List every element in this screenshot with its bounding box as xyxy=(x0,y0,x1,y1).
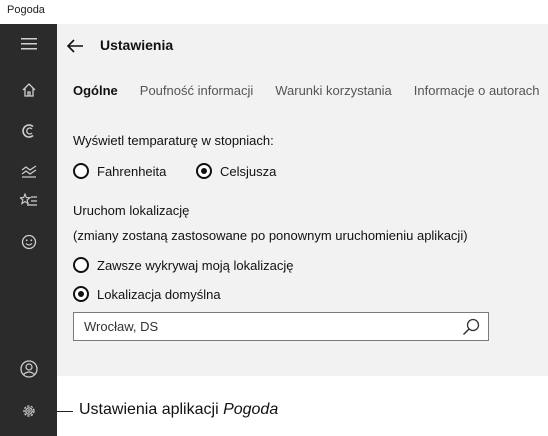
tab-bar: Ogólne Poufność informacji Warunki korzyst… xyxy=(73,83,548,98)
historical-weather-icon xyxy=(21,165,36,178)
home-icon xyxy=(22,83,35,97)
radio-fahrenheit-label: Fahrenheita xyxy=(97,163,167,179)
sidebar xyxy=(0,24,57,436)
account-icon xyxy=(19,360,38,378)
radio-always-detect-label: Zawsze wykrywaj moją lokalizację xyxy=(97,257,294,273)
header: Ustawienia xyxy=(57,24,548,68)
radio-celsius-label: Celsjusza xyxy=(220,163,277,179)
radio-always-detect[interactable]: Zawsze wykrywaj moją lokalizację xyxy=(73,257,294,273)
caption-italic: Pogoda xyxy=(223,401,279,418)
settings-panel: Ustawienia Ogólne Poufność informacji Waru… xyxy=(57,24,548,376)
temperature-label: Wyświetl temparaturę w stopniach: xyxy=(73,133,274,148)
sidebar-item-favorites[interactable] xyxy=(0,184,57,218)
title-bar: Pogoda xyxy=(0,0,548,24)
tab-about[interactable]: Informacje o autorach xyxy=(414,83,540,98)
page-title: Ustawienia xyxy=(100,37,174,53)
radio-fahrenheit[interactable]: Fahrenheita xyxy=(73,163,166,179)
radio-celsius[interactable]: Celsjusza xyxy=(196,163,276,179)
hamburger-menu-button[interactable] xyxy=(0,24,57,64)
back-arrow-icon xyxy=(66,39,83,53)
sidebar-item-forecast[interactable] xyxy=(0,111,57,151)
location-search-input[interactable] xyxy=(74,313,454,340)
radio-button-unchecked xyxy=(73,257,89,273)
tab-general[interactable]: Ogólne xyxy=(73,83,118,98)
account-button[interactable] xyxy=(0,349,57,389)
tab-privacy[interactable]: Poufność informacji xyxy=(140,83,253,98)
favorites-icon xyxy=(19,193,37,206)
sidebar-item-home[interactable] xyxy=(0,70,57,110)
back-button[interactable] xyxy=(63,34,87,58)
radio-button-unchecked xyxy=(73,163,89,179)
settings-button[interactable] xyxy=(0,391,57,431)
feedback-smiley-icon xyxy=(21,234,36,250)
hamburger-icon xyxy=(20,38,37,50)
gear-icon xyxy=(22,405,35,417)
caption-pointer-line xyxy=(57,411,73,412)
forecast-icon xyxy=(21,124,34,138)
radio-default-location-label: Lokalizacja domyślna xyxy=(97,286,221,302)
app-title: Pogoda xyxy=(7,4,45,16)
radio-default-location[interactable]: Lokalizacja domyślna xyxy=(73,286,221,302)
tab-terms[interactable]: Warunki korzystania xyxy=(275,83,392,98)
search-icon xyxy=(462,318,480,336)
caption-text: Ustawienia aplikacji xyxy=(79,401,224,418)
radio-button-checked xyxy=(73,286,89,302)
location-search-box xyxy=(73,312,489,341)
sidebar-item-historical-weather[interactable] xyxy=(0,156,57,186)
radio-button-checked xyxy=(196,163,212,179)
sidebar-item-feedback[interactable] xyxy=(0,222,57,262)
location-note: (zmiany zostaną zastosowane po ponownym … xyxy=(73,228,468,243)
caption: Ustawienia aplikacji Pogoda xyxy=(79,401,278,419)
location-label: Uruchom lokalizację xyxy=(73,203,190,218)
search-button[interactable] xyxy=(462,318,480,336)
